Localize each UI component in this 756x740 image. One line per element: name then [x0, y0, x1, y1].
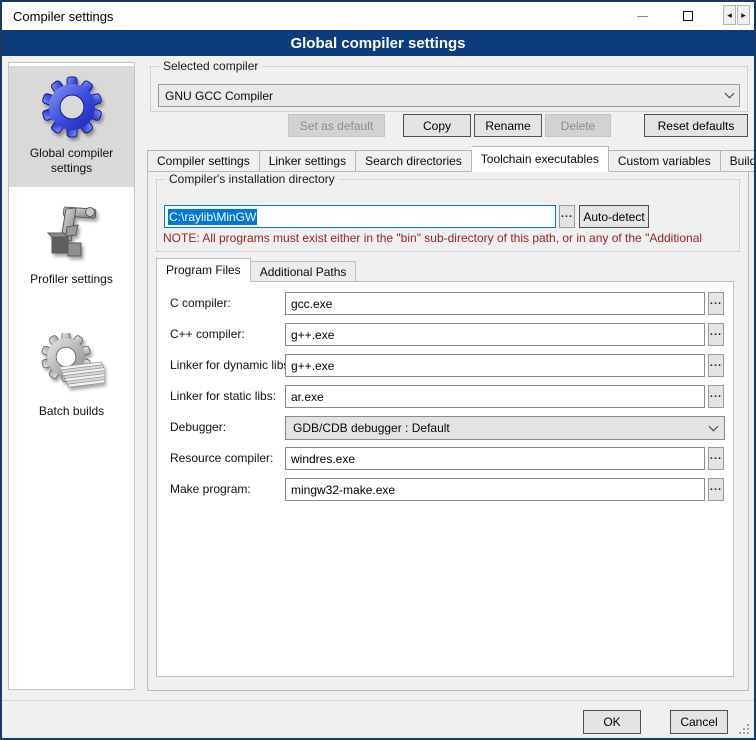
arrow-left-icon: ◂ — [727, 10, 732, 21]
ok-button[interactable]: OK — [583, 710, 641, 734]
footer-divider — [2, 700, 756, 701]
program-files-panel: C compiler: ... C++ compiler: ... Linker… — [156, 281, 734, 677]
subtab-program-files[interactable]: Program Files — [156, 258, 251, 282]
make-program-browse-button[interactable]: ... — [708, 478, 724, 501]
minimize-icon — [637, 16, 648, 17]
tab-search-directories[interactable]: Search directories — [356, 150, 472, 172]
caliper-icon — [40, 201, 104, 265]
debugger-select[interactable]: GDB/CDB debugger : Default — [285, 416, 725, 440]
sidebar-item-profiler-settings[interactable]: Profiler settings — [9, 192, 134, 298]
tab-toolchain-executables[interactable]: Toolchain executables — [472, 146, 609, 172]
reset-defaults-button[interactable]: Reset defaults — [644, 114, 748, 137]
field-label-dynamic-linker: Linker for dynamic libs: — [170, 358, 293, 372]
tab-scroll-left-button[interactable]: ◂ — [723, 5, 736, 25]
subtab-additional-paths[interactable]: Additional Paths — [251, 261, 357, 282]
maximize-icon — [683, 11, 693, 21]
tab-build-options[interactable]: Build options — [721, 150, 756, 172]
resource-compiler-input[interactable] — [285, 447, 705, 470]
sidebar-item-label: Batch builds — [39, 404, 104, 419]
dialog-header: Global compiler settings — [2, 30, 754, 56]
compiler-combobox[interactable]: GNU GCC Compiler — [158, 84, 740, 107]
compiler-combobox-value: GNU GCC Compiler — [165, 89, 726, 103]
minimize-button[interactable] — [622, 2, 662, 30]
tab-custom-variables[interactable]: Custom variables — [609, 150, 721, 172]
bin-subdirectory-note: NOTE: All programs must exist either in … — [163, 231, 737, 245]
field-label-make-program: Make program: — [170, 482, 251, 496]
compiler-settings-dialog: Compiler settings × Global compiler sett… — [0, 0, 756, 740]
rename-button[interactable]: Rename — [474, 114, 542, 137]
group-label: Compiler's installation directory — [165, 172, 339, 186]
settings-category-list: Global compiler settings — [8, 62, 135, 690]
field-label-debugger: Debugger: — [170, 420, 226, 434]
auto-detect-button[interactable]: Auto-detect — [579, 205, 649, 228]
arrow-right-icon: ▸ — [741, 10, 746, 21]
resource-compiler-browse-button[interactable]: ... — [708, 447, 724, 470]
static-linker-input[interactable] — [285, 385, 705, 408]
toolchain-subtabs: Program Files Additional Paths — [156, 259, 356, 282]
settings-tabstrip: Compiler settings Linker settings Search… — [147, 148, 756, 172]
sidebar-item-batch-builds[interactable]: Batch builds — [9, 324, 134, 430]
copy-button[interactable]: Copy — [403, 114, 471, 137]
field-label-resource-compiler: Resource compiler: — [170, 451, 273, 465]
delete-button[interactable]: Delete — [545, 114, 611, 137]
cancel-button[interactable]: Cancel — [670, 710, 728, 734]
field-label-c-compiler: C compiler: — [170, 296, 231, 310]
c-compiler-input[interactable] — [285, 292, 705, 315]
tab-compiler-settings[interactable]: Compiler settings — [147, 150, 260, 172]
sidebar-item-global-compiler-settings[interactable]: Global compiler settings — [9, 66, 134, 187]
field-label-static-linker: Linker for static libs: — [170, 389, 276, 403]
titlebar[interactable]: Compiler settings × — [2, 2, 754, 30]
static-linker-browse-button[interactable]: ... — [708, 385, 724, 408]
installation-directory-input[interactable]: C:\raylib\MinGW — [164, 205, 556, 228]
debugger-select-value: GDB/CDB debugger : Default — [293, 421, 710, 435]
cpp-compiler-browse-button[interactable]: ... — [708, 323, 724, 346]
group-label: Selected compiler — [159, 59, 262, 73]
make-program-input[interactable] — [285, 478, 705, 501]
selected-path-text: C:\raylib\MinGW — [168, 209, 257, 225]
c-compiler-browse-button[interactable]: ... — [708, 292, 724, 315]
dynamic-linker-browse-button[interactable]: ... — [708, 354, 724, 377]
sidebar-item-label: Profiler settings — [30, 272, 113, 287]
gray-gear-stack-icon — [40, 333, 104, 397]
chevron-down-icon — [725, 89, 735, 99]
installation-directory-browse-button[interactable]: ... — [559, 205, 575, 228]
chevron-down-icon — [709, 421, 719, 431]
tab-scroll-right-button[interactable]: ▸ — [737, 5, 750, 25]
resize-grip[interactable] — [739, 724, 749, 734]
field-label-cpp-compiler: C++ compiler: — [170, 327, 245, 341]
cpp-compiler-input[interactable] — [285, 323, 705, 346]
window-title: Compiler settings — [13, 9, 113, 24]
tab-linker-settings[interactable]: Linker settings — [260, 150, 356, 172]
dynamic-linker-input[interactable] — [285, 354, 705, 377]
page-title: Global compiler settings — [290, 35, 465, 52]
blue-gear-icon — [40, 75, 104, 139]
maximize-button[interactable] — [668, 2, 708, 30]
sidebar-item-label: Global compiler settings — [13, 146, 130, 176]
set-as-default-button[interactable]: Set as default — [288, 114, 385, 137]
